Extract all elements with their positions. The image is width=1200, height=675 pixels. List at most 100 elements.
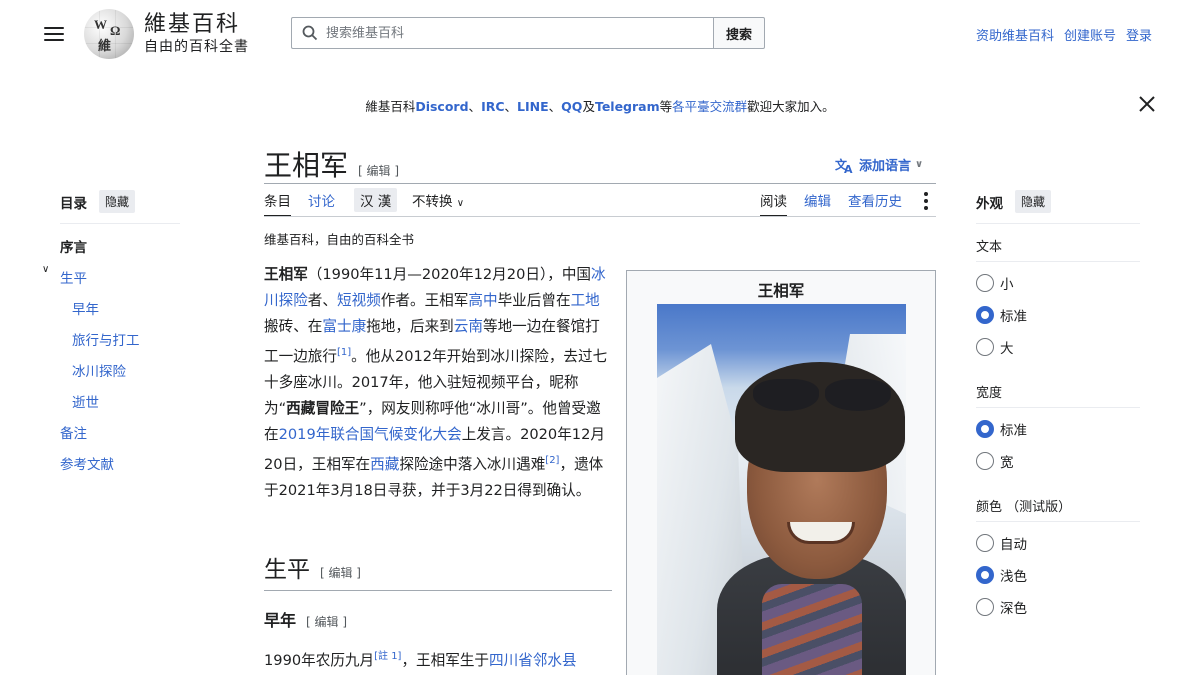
site-subtitle: 维基百科，自由的百科全书 — [264, 232, 415, 247]
link-short-video[interactable]: 短视频 — [337, 292, 381, 309]
note-1[interactable]: [註 1] — [374, 651, 401, 662]
search-form: 搜索 — [291, 17, 765, 49]
radio-label: 标准 — [1000, 309, 1027, 325]
color-dark[interactable]: 深色 — [976, 597, 1027, 617]
toc-title: 目录 — [60, 195, 87, 212]
width-standard[interactable]: 标准 — [976, 419, 1027, 439]
tab-read[interactable]: 阅读 — [760, 190, 787, 217]
subsection-title: 早年 — [264, 611, 297, 630]
link-linshui-county[interactable]: 四川省邻水县 — [489, 652, 577, 669]
close-icon[interactable] — [1138, 95, 1156, 113]
search-button[interactable]: 搜索 — [713, 17, 765, 49]
radio-label: 宽 — [1000, 455, 1014, 471]
add-languages-label: 添加语言 — [859, 159, 912, 174]
radio-label: 标准 — [1000, 423, 1027, 439]
page-tabs: 条目 讨论 汉 漢 不转换 ∨ 阅读 编辑 查看历史 — [264, 188, 936, 217]
login-link[interactable]: 登录 — [1126, 25, 1152, 44]
text-size-small[interactable]: 小 — [976, 273, 1014, 293]
donate-link[interactable]: 资助维基百科 — [976, 25, 1054, 44]
toc-item-death[interactable]: 逝世 — [72, 391, 99, 411]
more-tools-icon[interactable] — [924, 192, 928, 213]
telegram-link[interactable]: Telegram — [595, 99, 660, 114]
radio-label: 自动 — [1000, 537, 1027, 553]
width-wide[interactable]: 宽 — [976, 451, 1014, 471]
color-light[interactable]: 浅色 — [976, 565, 1027, 585]
variant-simplified[interactable]: 汉 — [360, 194, 374, 210]
width-label: 宽度 — [976, 382, 1140, 408]
irc-link[interactable]: IRC — [481, 99, 504, 114]
create-account-link[interactable]: 创建账号 — [1064, 25, 1116, 44]
main-menu-button[interactable] — [44, 24, 64, 42]
notice-text: 、 — [504, 99, 518, 114]
page-title-block: 王相军 [ 编辑 ] — [264, 144, 399, 184]
add-languages-button[interactable]: 文A 添加语言 ∨ — [835, 155, 923, 175]
link-tibet[interactable]: 西藏 — [370, 456, 399, 473]
radio-icon — [976, 338, 994, 356]
toc-item-life[interactable]: 生平 — [60, 267, 87, 287]
lead-text: 作者。王相军 — [380, 292, 469, 309]
link-foxconn[interactable]: 富士康 — [322, 318, 366, 335]
discord-link[interactable]: Discord — [415, 99, 468, 114]
title-divider — [264, 183, 936, 184]
portrait-photo[interactable] — [657, 304, 906, 675]
reference-2[interactable]: [2] — [545, 455, 559, 466]
toc-item-glacier[interactable]: 冰川探险 — [72, 360, 126, 380]
color-label: 颜色 （测试版） — [976, 496, 1140, 522]
tab-edit[interactable]: 编辑 — [804, 190, 831, 210]
text-size-standard[interactable]: 标准 — [976, 305, 1027, 325]
toc-item-notes[interactable]: 备注 — [60, 422, 87, 442]
early-years-paragraph: 1990年农历九月[註 1]，王相军生于四川省邻水县 — [264, 644, 614, 674]
site-notice: 維基百科Discord、IRC、LINE、QQ及Telegram等各平臺交流群歡… — [0, 96, 1200, 115]
radio-icon — [976, 452, 994, 470]
tab-no-convert[interactable]: 不转换 ∨ — [412, 190, 464, 210]
toc-item-travel-work[interactable]: 旅行与打工 — [72, 329, 140, 349]
toc-item-early-years[interactable]: 早年 — [72, 298, 99, 318]
section-heading-life: 生平 [ 编辑 ] — [264, 550, 612, 591]
link-yunnan[interactable]: 云南 — [454, 318, 483, 335]
toc-item-references[interactable]: 参考文献 — [60, 453, 114, 473]
tab-article[interactable]: 条目 — [264, 190, 291, 217]
infobox-title: 王相军 — [757, 282, 805, 300]
radio-selected-icon — [976, 566, 994, 584]
qq-link[interactable]: QQ — [561, 99, 582, 114]
logo-title: 維基百科 — [144, 12, 241, 37]
text-size-large[interactable]: 大 — [976, 337, 1014, 357]
site-logo[interactable]: WΩ維 維基百科 自由的百科全書 — [84, 9, 249, 59]
lead-text: 毕业后曾在 — [497, 292, 571, 309]
color-auto[interactable]: 自动 — [976, 533, 1027, 553]
variant-switch[interactable]: 汉 漢 — [354, 188, 398, 212]
title-edit-link[interactable]: [ 编辑 ] — [358, 162, 399, 179]
tabs-divider — [264, 216, 936, 217]
user-links: 资助维基百科 创建账号 登录 — [976, 25, 1152, 44]
link-construction-site[interactable]: 工地 — [571, 292, 600, 309]
line-link[interactable]: LINE — [517, 99, 549, 114]
infobox: 王相军 — [626, 270, 936, 675]
search-input[interactable] — [326, 25, 686, 41]
search-icon — [302, 25, 318, 41]
chevron-down-icon[interactable]: ∨ — [42, 264, 49, 275]
tab-history[interactable]: 查看历史 — [848, 190, 902, 210]
notice-text: 、 — [548, 99, 562, 114]
appearance-hide-button[interactable]: 隐藏 — [1015, 190, 1052, 213]
subsection-edit-link[interactable]: [ 编辑 ] — [306, 613, 347, 630]
radio-label: 深色 — [1000, 601, 1027, 617]
notice-text: 維基百科 — [365, 99, 416, 114]
radio-label: 大 — [1000, 341, 1014, 357]
variant-traditional[interactable]: 漢 — [378, 194, 392, 210]
radio-selected-icon — [976, 306, 994, 324]
radio-icon — [976, 598, 994, 616]
notice-text: 歡迎大家加入。 — [747, 99, 835, 114]
page-title: 王相军 — [264, 149, 349, 182]
appearance-title: 外观 — [976, 195, 1003, 212]
link-high-school[interactable]: 高中 — [468, 292, 497, 309]
groups-link[interactable]: 各平臺交流群 — [672, 99, 747, 114]
toc-hide-button[interactable]: 隐藏 — [99, 190, 136, 213]
toc-item-intro[interactable]: 序言 — [60, 236, 87, 256]
link-un-climate-conference[interactable]: 2019年联合国气候变化大会 — [279, 426, 462, 443]
reference-1[interactable]: [1] — [337, 347, 351, 358]
lead-text: 者、 — [307, 292, 337, 309]
section-edit-link[interactable]: [ 编辑 ] — [320, 564, 361, 581]
nickname: 西藏冒险王 — [286, 399, 360, 417]
tab-talk[interactable]: 讨论 — [308, 190, 335, 210]
lead-text: 拖地，后来到 — [366, 318, 454, 335]
